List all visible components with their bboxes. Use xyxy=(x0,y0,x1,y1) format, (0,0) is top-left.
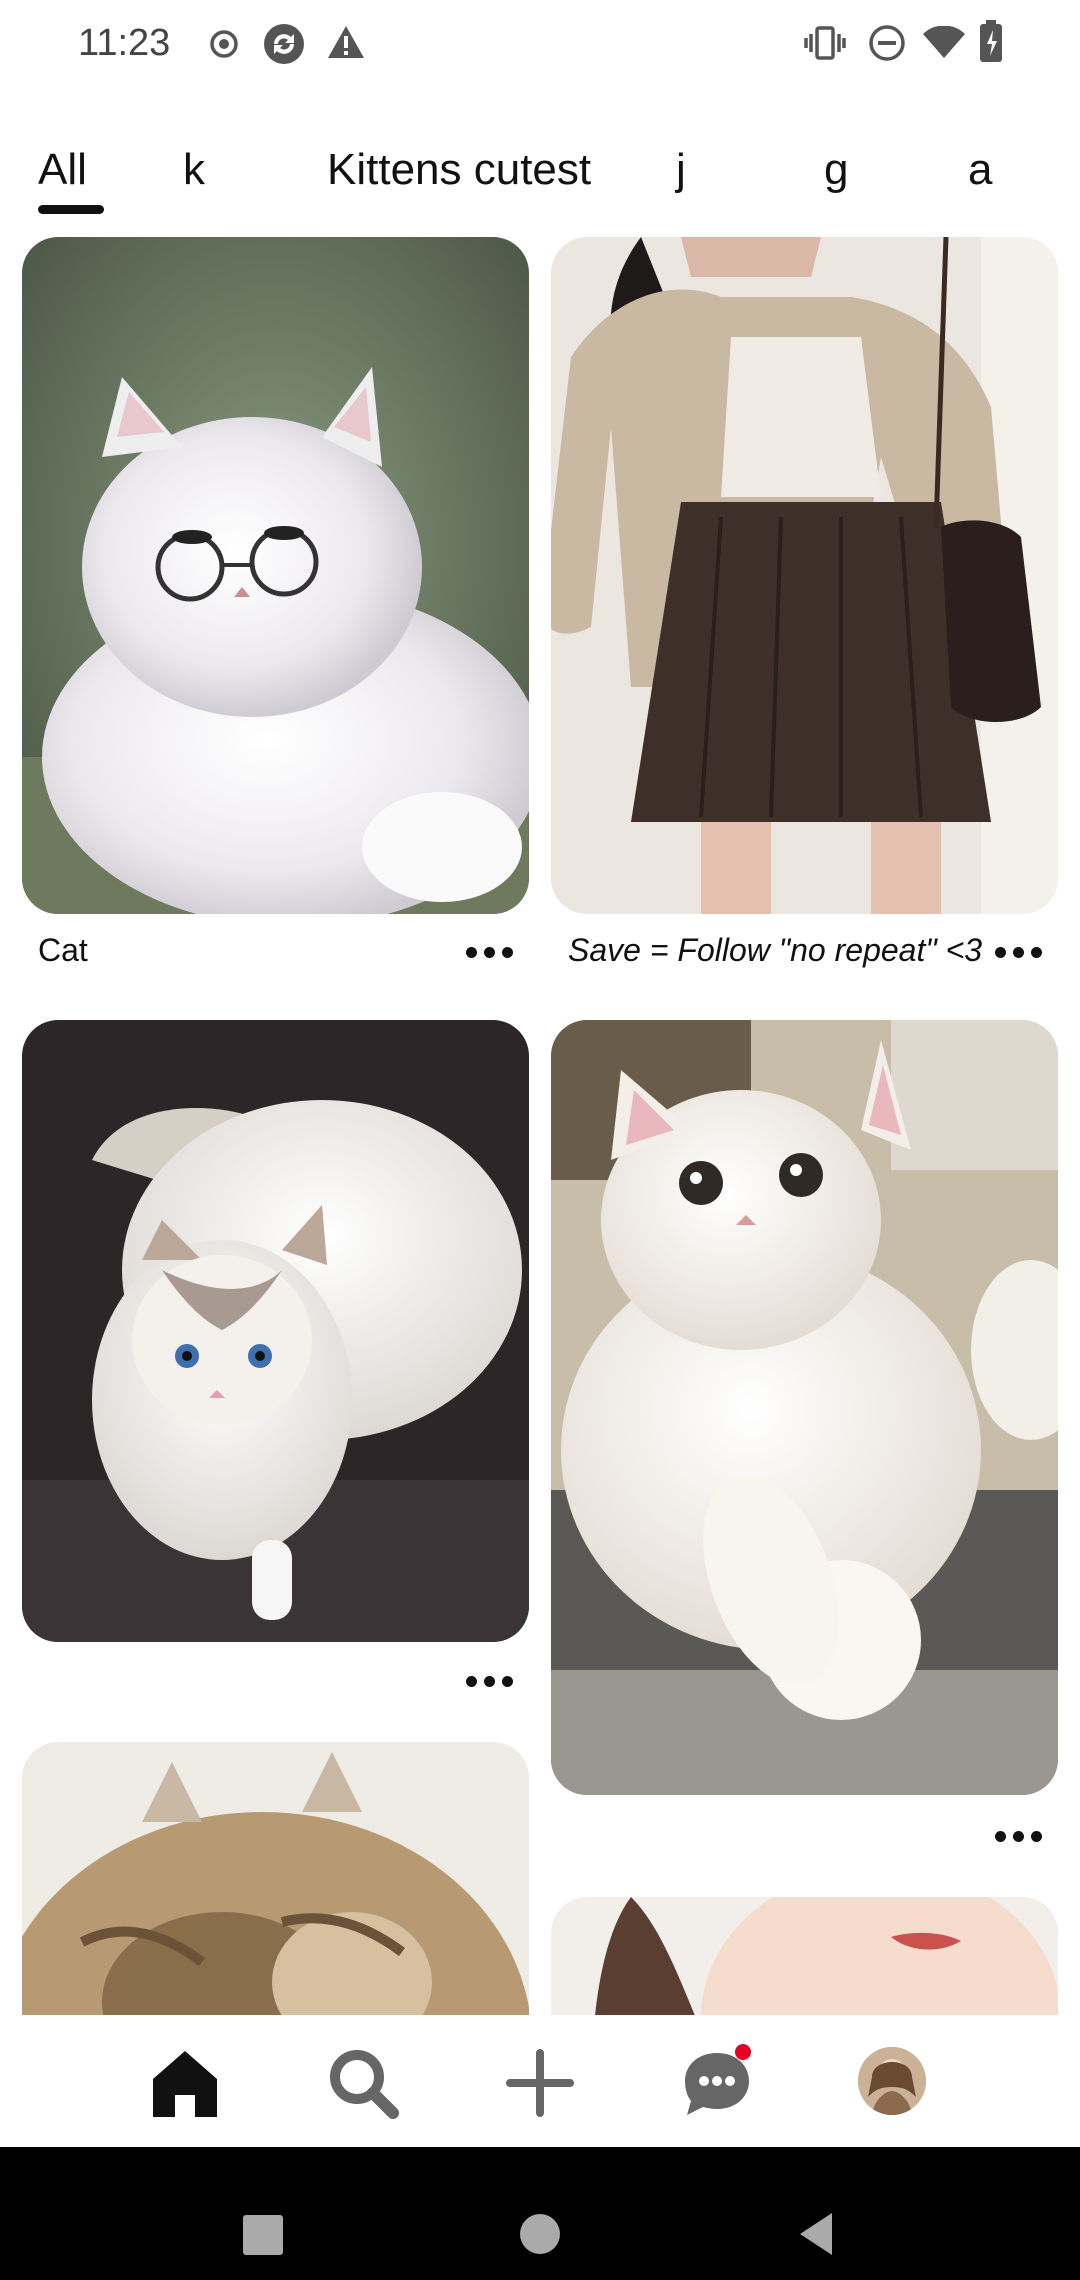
status-time: 11:23 xyxy=(78,22,171,64)
board-tabs: All k Kittens cutest j g a xyxy=(0,135,1080,215)
tab-all[interactable]: All xyxy=(38,145,87,195)
pin-feed[interactable]: Cat Save = Follow "no repeat" <3 xyxy=(0,225,1080,2015)
more-options-icon[interactable] xyxy=(466,943,514,963)
back-button[interactable] xyxy=(796,2211,836,2257)
sync-icon xyxy=(264,24,304,64)
create-icon[interactable] xyxy=(500,2043,580,2123)
battery-icon xyxy=(980,20,1002,62)
warning-icon xyxy=(328,26,364,58)
pin-caption: Save = Follow "no repeat" <3 xyxy=(568,932,983,968)
tab-kittens-cutest[interactable]: Kittens cutest xyxy=(327,145,591,195)
messages-icon[interactable] xyxy=(677,2043,757,2123)
pin-caption: Cat xyxy=(38,932,88,968)
wifi-icon xyxy=(923,26,965,58)
bottom-navigation xyxy=(0,2015,1080,2145)
tab-g[interactable]: g xyxy=(824,145,848,195)
do-not-disturb-icon xyxy=(869,25,905,61)
pin-image-tabby-kitten[interactable] xyxy=(22,1742,529,2015)
pin-image-ragdoll-cat[interactable] xyxy=(22,1020,529,1642)
home-button[interactable] xyxy=(520,2214,560,2254)
more-options-icon[interactable] xyxy=(466,1672,514,1692)
system-navigation-bar xyxy=(0,2147,1080,2280)
search-icon[interactable] xyxy=(323,2043,403,2123)
tab-a[interactable]: a xyxy=(968,145,992,195)
pin-image-portrait[interactable] xyxy=(551,1897,1058,2015)
home-icon[interactable] xyxy=(145,2043,225,2123)
tab-j[interactable]: j xyxy=(676,145,686,195)
pin-image-fashion[interactable] xyxy=(551,237,1058,914)
recents-button[interactable] xyxy=(243,2215,283,2255)
pin-image-cat-glasses[interactable] xyxy=(22,237,529,914)
tab-k[interactable]: k xyxy=(183,145,205,195)
record-icon xyxy=(210,30,238,58)
more-options-icon[interactable] xyxy=(995,1827,1043,1847)
pin-image-fluffy-cat-counter[interactable] xyxy=(551,1020,1058,1795)
profile-avatar[interactable] xyxy=(858,2047,926,2115)
selected-tab-indicator xyxy=(38,205,104,214)
status-bar: 11:23 xyxy=(0,0,1080,90)
more-options-icon[interactable] xyxy=(995,943,1043,963)
vibrate-icon xyxy=(804,26,846,60)
